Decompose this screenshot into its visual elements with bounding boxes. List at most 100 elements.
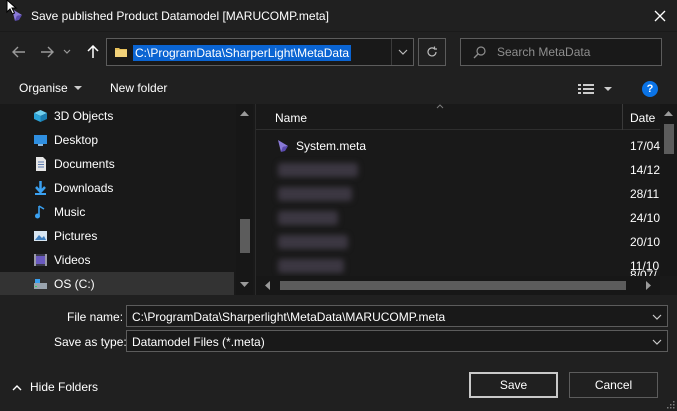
- save-type-value: Datamodel Files (*.meta): [132, 335, 265, 349]
- sort-indicator-icon: [436, 104, 444, 109]
- file-date: 14/12: [630, 163, 661, 177]
- organise-button[interactable]: Organise: [19, 81, 82, 95]
- sidebar-item-music[interactable]: Music: [0, 200, 234, 224]
- file-name-value[interactable]: C:\ProgramData\Sharperlight\MetaData\MAR…: [132, 310, 445, 324]
- window-title: Save published Product Datamodel [MARUCO…: [31, 9, 329, 23]
- sidebar-item-desktop[interactable]: Desktop: [0, 128, 234, 152]
- cancel-button[interactable]: Cancel: [569, 372, 658, 398]
- back-button[interactable]: [8, 40, 30, 64]
- search-input[interactable]: [497, 43, 657, 61]
- navigation-pane: 3D Objects Desktop Documents Downloads M…: [0, 104, 255, 295]
- cube-icon: [34, 110, 47, 122]
- desktop-icon: [34, 135, 47, 146]
- file-name: System.meta: [296, 139, 367, 153]
- change-view-button[interactable]: [578, 80, 618, 98]
- file-name-field[interactable]: C:\ProgramData\Sharperlight\MetaData\MAR…: [126, 305, 668, 327]
- list-item[interactable]: 28/11: [256, 182, 660, 206]
- file-list: Name Date System.meta 17/04 14/12 28/11 …: [255, 104, 677, 295]
- save-type-label: Save as type:: [54, 335, 127, 349]
- address-text[interactable]: C:\ProgramData\SharperLight\MetaData: [133, 45, 352, 61]
- save-form: File name: C:\ProgramData\Sharperlight\M…: [0, 295, 677, 411]
- close-icon: [654, 10, 666, 22]
- command-bar: Organise New folder ?: [0, 72, 677, 104]
- hide-folders-button[interactable]: Hide Folders: [12, 380, 98, 394]
- list-item[interactable]: System.meta 17/04: [256, 134, 660, 158]
- new-folder-button[interactable]: New folder: [110, 81, 167, 95]
- file-list-vertical-scrollbar[interactable]: [660, 104, 677, 276]
- file-date: 8/07/: [630, 268, 657, 276]
- scroll-up-icon: [240, 111, 249, 116]
- file-date: 28/11: [630, 187, 660, 201]
- close-button[interactable]: [643, 0, 677, 32]
- chevron-down-icon: [652, 339, 662, 345]
- resize-grip-icon[interactable]: [665, 399, 675, 409]
- help-button[interactable]: ?: [642, 81, 658, 97]
- address-bar[interactable]: C:\ProgramData\SharperLight\MetaData: [106, 38, 414, 66]
- refresh-button[interactable]: [418, 38, 446, 66]
- file-date: 20/10: [630, 235, 661, 249]
- scroll-up-icon: [664, 111, 673, 116]
- scrollbar-thumb[interactable]: [280, 281, 626, 290]
- save-type-select[interactable]: Datamodel Files (*.meta): [126, 330, 668, 352]
- file-date: 24/10: [630, 211, 661, 225]
- documents-icon: [36, 157, 46, 171]
- column-header: Name Date: [256, 104, 677, 130]
- up-button[interactable]: [82, 40, 104, 64]
- view-details-icon: [578, 84, 594, 94]
- column-name-header[interactable]: Name: [275, 111, 307, 125]
- redacted-file-name: [278, 211, 338, 225]
- meta-file-icon: [278, 140, 288, 152]
- list-item[interactable]: 14/12: [256, 158, 660, 182]
- list-item[interactable]: 24/10: [256, 206, 660, 230]
- sidebar-item-videos[interactable]: Videos: [0, 248, 234, 272]
- sidebar-item-label: Documents: [54, 157, 115, 171]
- file-name-label: File name:: [67, 310, 124, 324]
- save-button[interactable]: Save: [469, 372, 558, 398]
- refresh-icon: [427, 46, 437, 57]
- list-item[interactable]: 20/10: [256, 230, 660, 254]
- column-separator[interactable]: [622, 104, 623, 130]
- scroll-left-icon: [265, 281, 270, 290]
- column-date-header[interactable]: Date: [630, 111, 655, 125]
- back-arrow-icon: [12, 46, 25, 58]
- mouse-cursor-icon: [6, 0, 18, 15]
- sidebar-item-label: Downloads: [54, 181, 114, 195]
- scrollbar-thumb[interactable]: [240, 219, 250, 253]
- downloads-icon: [35, 181, 46, 195]
- redacted-file-name: [278, 187, 352, 201]
- scrollbar-thumb[interactable]: [664, 124, 674, 154]
- file-list-horizontal-scrollbar[interactable]: [256, 276, 660, 295]
- search-icon: [473, 46, 486, 59]
- sidebar-item-label: Videos: [54, 253, 91, 267]
- drive-icon: [34, 279, 47, 289]
- organise-label: Organise: [19, 81, 68, 95]
- sidebar-item-label: 3D Objects: [54, 109, 114, 123]
- folder-icon: [115, 48, 127, 57]
- scroll-down-icon: [240, 282, 249, 287]
- chevron-down-icon: [652, 314, 662, 320]
- videos-icon: [34, 254, 47, 266]
- recent-locations-button[interactable]: [60, 40, 74, 64]
- chevron-up-icon: [12, 384, 22, 390]
- sidebar-item-documents[interactable]: Documents: [0, 152, 234, 176]
- search-box[interactable]: [460, 38, 662, 66]
- sidebar-item-pictures[interactable]: Pictures: [0, 224, 234, 248]
- forward-button[interactable]: [36, 40, 58, 64]
- sidebar-item-os-drive[interactable]: OS (C:): [0, 272, 234, 295]
- address-dropdown-button[interactable]: [391, 39, 413, 65]
- list-item[interactable]: 8/07/: [256, 262, 660, 276]
- sidebar-item-downloads[interactable]: Downloads: [0, 176, 234, 200]
- navigation-pane-scrollbar[interactable]: [236, 104, 253, 295]
- sidebar-item-label: Music: [54, 205, 86, 219]
- chevron-down-icon: [604, 86, 612, 91]
- chevron-down-icon: [73, 85, 82, 90]
- sidebar-item-3d-objects[interactable]: 3D Objects: [0, 104, 234, 128]
- forward-arrow-icon: [41, 46, 54, 58]
- navigation-bar: C:\ProgramData\SharperLight\MetaData: [0, 32, 677, 72]
- scroll-right-icon: [646, 281, 651, 290]
- chevron-down-icon: [398, 49, 407, 55]
- sidebar-item-label: OS (C:): [54, 277, 95, 291]
- file-date: 17/04: [630, 139, 661, 153]
- sidebar-item-label: Pictures: [54, 229, 98, 243]
- pictures-icon: [34, 231, 47, 241]
